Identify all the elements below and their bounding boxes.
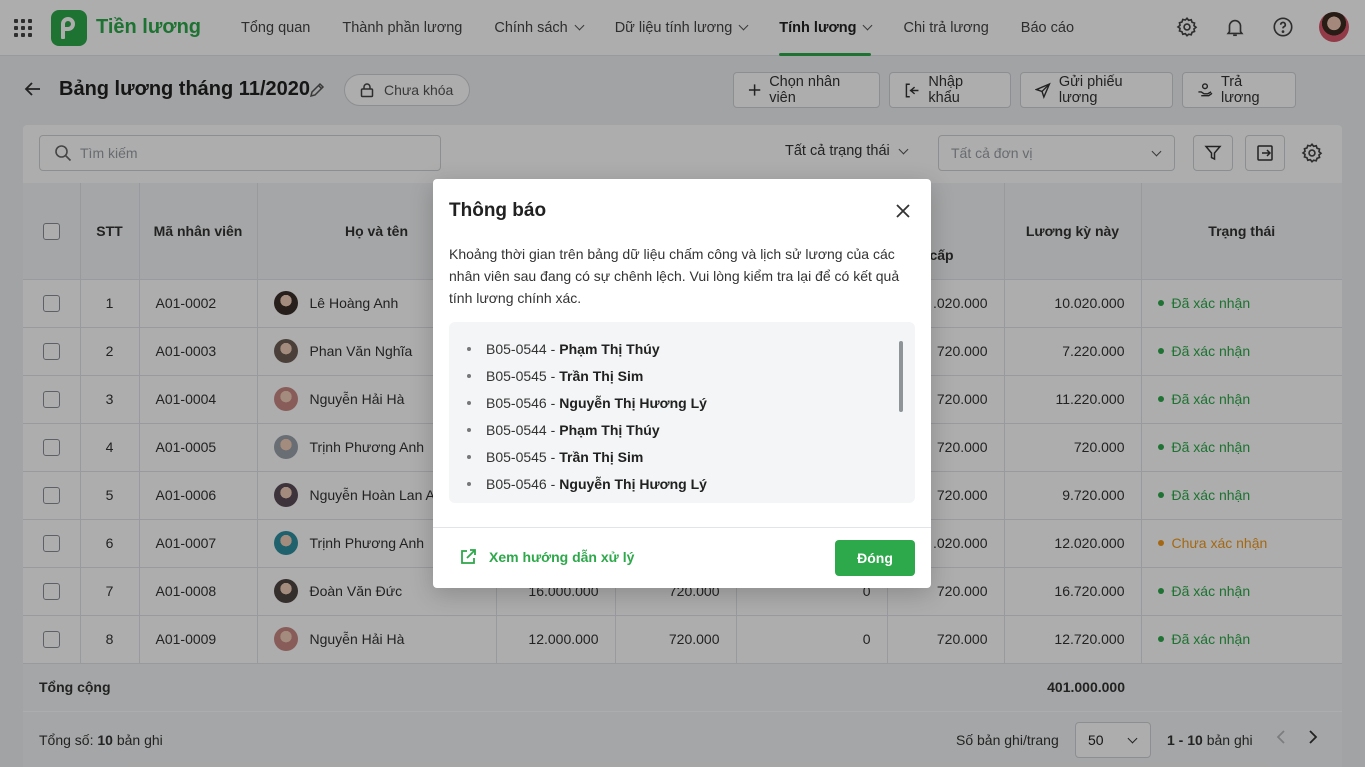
employee-list: B05-0544 - Phạm Thị Thúy B05-0545 - Trần Th… [449,322,915,497]
list-item: B05-0544 - Phạm Thị Thúy [467,335,915,362]
list-item: B05-0546 - Nguyễn Thị Hương Lý [467,389,915,416]
employee-name: Trần Thị Sim [559,367,644,384]
guide-link[interactable]: Xem hướng dẫn xử lý [459,548,634,566]
dialog-divider [433,527,931,528]
guide-link-label: Xem hướng dẫn xử lý [489,549,635,565]
list-item: B05-0545 - Trần Thị Sim [467,362,915,389]
employee-code: B05-0544 - [486,421,556,438]
employee-list-box: B05-0544 - Phạm Thị Thúy B05-0545 - Trần Th… [449,322,915,503]
employee-code: B05-0545 - [486,448,556,465]
employee-code: B05-0546 - [486,394,556,411]
scrollbar[interactable] [899,341,903,412]
employee-code: B05-0544 - [486,340,556,357]
notification-dialog: Thông báo Khoảng thời gian trên bảng dữ … [433,179,931,588]
list-item: B05-0545 - Trần Thị Sim [467,443,915,470]
list-item: B05-0544 - Phạm Thị Thúy [467,416,915,443]
dialog-title: Thông báo [449,200,547,221]
list-item: B05-0546 - Nguyễn Thị Hương Lý [467,470,915,497]
external-link-icon [461,549,476,564]
close-icon[interactable] [894,202,912,220]
close-button[interactable]: Đóng [835,540,915,576]
employee-name: Nguyễn Thị Hương Lý [559,394,707,411]
employee-code: B05-0546 - [486,475,556,492]
employee-name: Phạm Thị Thúy [559,421,660,438]
employee-code: B05-0545 - [486,367,556,384]
employee-name: Nguyễn Thị Hương Lý [559,475,707,492]
employee-name: Phạm Thị Thúy [559,340,660,357]
employee-name: Trần Thị Sim [559,448,644,465]
dialog-description: Khoảng thời gian trên bảng dữ liệu chấm … [449,246,900,306]
